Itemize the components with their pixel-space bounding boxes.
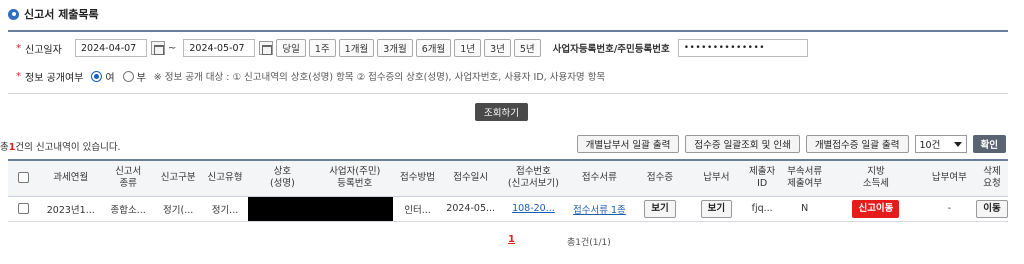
date-to-input[interactable]: 2024-05-07 bbox=[183, 39, 256, 57]
id-number-label: 사업자등록번호/주민등록번호 bbox=[552, 44, 670, 55]
header-method: 접수방법 bbox=[393, 159, 442, 197]
cell-payment: 보기 bbox=[688, 196, 745, 222]
action-bar: 개별납부서 일괄 출력 접수증 일괄조회 및 인쇄 개별접수증 일괄 출력 10… bbox=[576, 134, 1006, 154]
header-report-class: 신고구분 bbox=[154, 159, 202, 197]
bulk-individual-receipt-button[interactable]: 개별접수증 일괄 출력 bbox=[805, 135, 909, 153]
header-attachments: 부속서류 제출여부 bbox=[780, 159, 830, 197]
cell-receipt: 보기 bbox=[631, 196, 689, 222]
header-receipt-no: 접수번호 (신고서보기) bbox=[499, 159, 568, 197]
disclose-row: * 정보 공개여부 여 부 ※ 정보 공개 대상 : ① 신고내역의 상호(성명… bbox=[8, 65, 605, 87]
date-separator: ~ bbox=[168, 42, 177, 54]
required-star: * bbox=[16, 42, 21, 54]
search-button[interactable]: 조회하기 bbox=[475, 103, 528, 121]
header-select-all[interactable] bbox=[8, 159, 40, 197]
calendar-icon[interactable] bbox=[151, 41, 165, 55]
date-label: 신고일자 bbox=[25, 44, 62, 56]
cell-report-class: 정기(... bbox=[154, 196, 202, 222]
disclose-note: ※ 정보 공개 대상 : ① 신고내역의 상호(성명) 항목 ② 접수증의 상호… bbox=[153, 72, 606, 83]
result-count: 총1건의 신고내역이 있습니다. bbox=[0, 142, 121, 153]
disclose-label: 정보 공개여부 bbox=[25, 72, 84, 84]
header-period: 과세연월 bbox=[39, 159, 102, 197]
header-reg-no: 사업자(주민) 등록번호 bbox=[316, 159, 394, 197]
header-paid: 납부여부 bbox=[922, 159, 976, 197]
cell-redacted-name-regno bbox=[248, 196, 394, 222]
disclose-yes-radio[interactable] bbox=[91, 70, 103, 82]
cell-received-at: 2024-05... bbox=[441, 196, 500, 222]
calendar-icon[interactable] bbox=[259, 41, 274, 55]
header-local-tax: 지방 소득세 bbox=[829, 159, 923, 197]
cell-report-type: 정기... bbox=[201, 196, 249, 222]
page-header: 신고서 제출목록 bbox=[8, 6, 99, 22]
page-size-select[interactable]: 10건 bbox=[914, 135, 967, 153]
cell-method: 인터... bbox=[393, 196, 442, 222]
period-1month-button[interactable]: 1개월 bbox=[338, 39, 375, 57]
bulk-payment-print-button[interactable]: 개별납부서 일괄 출력 bbox=[576, 135, 680, 153]
cell-local-tax: 신고이동 bbox=[829, 196, 923, 222]
search-panel: * 신고일자 2024-04-07 ~ 2024-05-07 당일 1주 1개월… bbox=[8, 30, 1008, 94]
page-title: 신고서 제출목록 bbox=[24, 8, 99, 21]
receipt-no-link[interactable]: 108-20... bbox=[512, 203, 555, 214]
header-report-type: 신고유형 bbox=[201, 159, 249, 197]
row-checkbox[interactable] bbox=[18, 203, 30, 214]
period-today-button[interactable]: 당일 bbox=[276, 39, 306, 57]
date-row: * 신고일자 2024-04-07 ~ 2024-05-07 당일 1주 1개월… bbox=[8, 37, 808, 59]
table-header-row: 과세연월 신고서 종류 신고구분 신고유형 상호 (성명) 사업자(주민) 등록번호 … bbox=[8, 159, 1008, 197]
documents-link[interactable]: 접수서류 1종 bbox=[573, 205, 626, 216]
info-circle-icon bbox=[8, 8, 19, 20]
page-summary: 총1건(1/1) bbox=[567, 238, 611, 248]
select-all-checkbox[interactable] bbox=[18, 172, 30, 184]
period-1year-button[interactable]: 1년 bbox=[454, 39, 482, 57]
header-name: 상호 (성명) bbox=[248, 159, 317, 197]
required-star: * bbox=[16, 70, 21, 82]
view-payment-button[interactable]: 보기 bbox=[700, 199, 733, 218]
results-table: 과세연월 신고서 종류 신고구분 신고유형 상호 (성명) 사업자(주민) 등록번호 … bbox=[8, 159, 1008, 222]
period-6month-button[interactable]: 6개월 bbox=[415, 39, 452, 57]
period-5year-button[interactable]: 5년 bbox=[513, 39, 541, 57]
cell-attachments: N bbox=[780, 196, 830, 222]
header-delete: 삭제 요청 bbox=[975, 159, 1008, 197]
date-from-input[interactable]: 2024-04-07 bbox=[75, 39, 147, 57]
header-received-at: 접수일시 bbox=[441, 159, 500, 197]
cell-receipt-no: 108-20... bbox=[499, 196, 568, 222]
cell-delete: 이동 bbox=[975, 196, 1008, 222]
header-documents: 접수서류 bbox=[567, 159, 632, 197]
table-row: 2023년1... 종합소... 정기(... 정기... 인터... 2024… bbox=[8, 196, 1008, 222]
header-payment: 납부서 bbox=[688, 159, 745, 197]
cell-period: 2023년1... bbox=[39, 196, 102, 222]
cell-paid: - bbox=[922, 196, 976, 222]
cell-documents: 접수서류 1종 bbox=[567, 196, 632, 222]
cell-form-type: 종합소... bbox=[101, 196, 155, 222]
disclose-no-label: 부 bbox=[136, 72, 146, 84]
delete-request-button[interactable]: 이동 bbox=[976, 199, 1008, 218]
period-1week-button[interactable]: 1주 bbox=[308, 39, 336, 57]
id-number-input[interactable]: •••••••••••••• bbox=[677, 39, 808, 57]
cell-submitter-id: fjq... bbox=[744, 196, 781, 222]
header-receipt: 접수증 bbox=[631, 159, 689, 197]
confirm-button[interactable]: 확인 bbox=[972, 135, 1006, 153]
page-link-current[interactable]: 1 bbox=[508, 234, 515, 245]
bulk-receipt-view-button[interactable]: 접수증 일괄조회 및 인쇄 bbox=[685, 135, 800, 153]
period-3year-button[interactable]: 3년 bbox=[484, 39, 511, 57]
disclose-no-radio[interactable] bbox=[122, 70, 134, 82]
local-tax-move-button[interactable]: 신고이동 bbox=[852, 199, 900, 218]
header-submitter-id: 제출자 ID bbox=[744, 159, 781, 197]
header-form-type: 신고서 종류 bbox=[101, 159, 155, 197]
disclose-yes-label: 여 bbox=[105, 72, 115, 84]
period-3month-button[interactable]: 3개월 bbox=[377, 39, 413, 57]
view-receipt-button[interactable]: 보기 bbox=[644, 199, 676, 218]
dropdown-arrow-icon bbox=[953, 141, 962, 147]
